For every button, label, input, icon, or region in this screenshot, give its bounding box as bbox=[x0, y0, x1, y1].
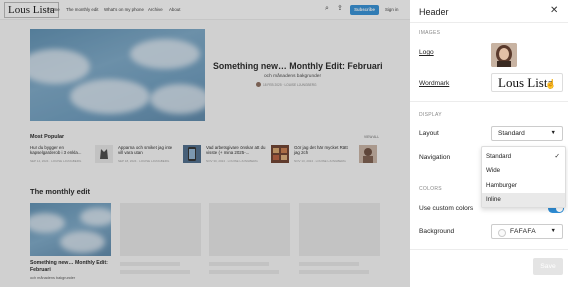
caret-down-icon: ▼ bbox=[550, 228, 556, 234]
background-color-value: FAFAFA bbox=[510, 228, 536, 235]
navigation-label: Navigation bbox=[419, 154, 451, 161]
site-preview: Lous Lista Home The monthly edit What's … bbox=[0, 0, 410, 287]
background-color-select[interactable]: FAFAFA ▼ bbox=[491, 224, 563, 239]
option-label: Wide bbox=[486, 167, 501, 174]
cursor-pointer-icon: ☝ bbox=[545, 79, 557, 89]
wordmark-image[interactable]: Lous Lista ☝ bbox=[491, 73, 563, 92]
option-label: Standard bbox=[486, 152, 512, 160]
close-icon[interactable]: ✕ bbox=[550, 5, 558, 17]
navigation-option-standard[interactable]: Standard ✓ bbox=[482, 149, 565, 164]
divider bbox=[410, 101, 568, 102]
logo-label[interactable]: Logo bbox=[419, 49, 434, 56]
custom-colors-label: Use custom colors bbox=[419, 205, 474, 212]
navigation-option-wide[interactable]: Wide bbox=[482, 164, 565, 179]
save-button[interactable]: Save bbox=[533, 258, 563, 275]
option-label: Inline bbox=[486, 196, 501, 203]
wordmark-label[interactable]: Wordmark bbox=[419, 80, 449, 87]
layout-select-value: Standard bbox=[498, 130, 525, 137]
layout-select[interactable]: Standard ▼ bbox=[491, 126, 563, 141]
section-display: DISPLAY bbox=[419, 112, 442, 118]
section-colors: COLORS bbox=[419, 186, 442, 192]
logo-image[interactable] bbox=[491, 43, 517, 67]
header-settings-panel: Header ✕ IMAGES Logo Wordmark Lous Lista… bbox=[410, 0, 568, 287]
section-images: IMAGES bbox=[419, 30, 441, 36]
background-label: Background bbox=[419, 228, 455, 235]
divider bbox=[410, 22, 568, 23]
preview-dim-overlay[interactable] bbox=[0, 0, 410, 287]
divider bbox=[410, 249, 568, 250]
check-icon: ✓ bbox=[554, 153, 560, 160]
layout-label: Layout bbox=[419, 130, 439, 137]
navigation-option-hamburger[interactable]: Hamburger bbox=[482, 178, 565, 193]
option-label: Hamburger bbox=[486, 181, 517, 189]
color-swatch bbox=[498, 228, 506, 237]
caret-down-icon: ▼ bbox=[550, 130, 556, 136]
navigation-option-inline[interactable]: Inline bbox=[482, 192, 565, 207]
navigation-dropdown: Standard ✓ Wide Hamburger Inline bbox=[481, 146, 566, 208]
panel-title: Header bbox=[419, 7, 449, 17]
